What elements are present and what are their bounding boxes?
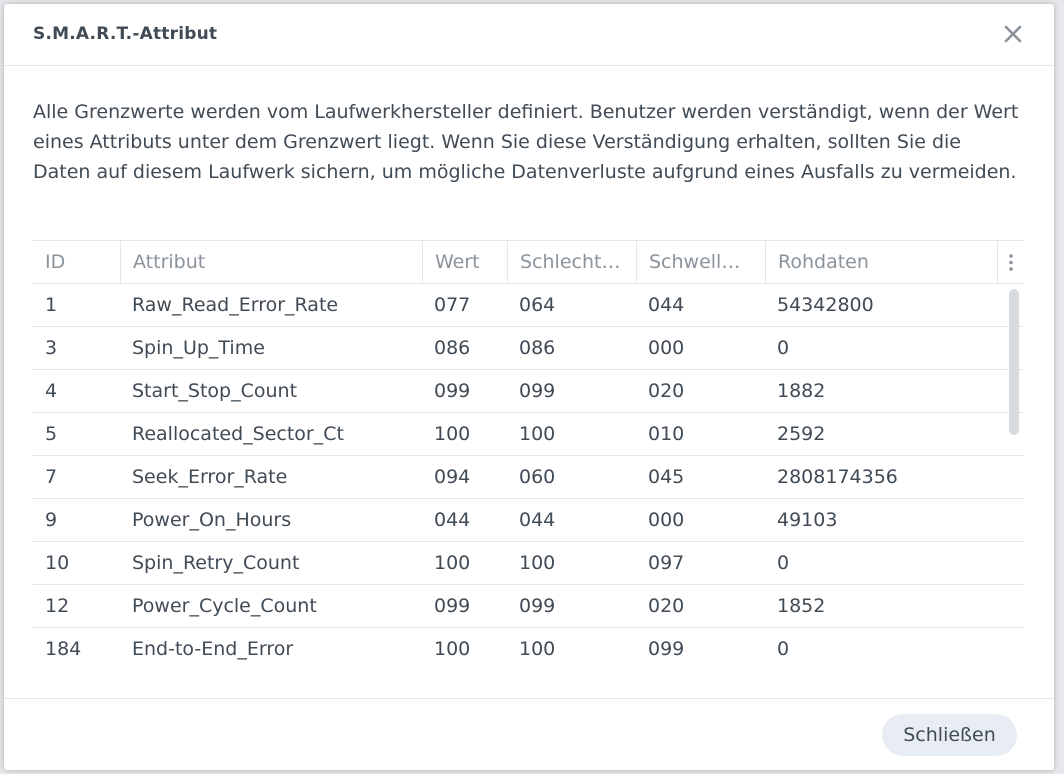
cell-worst: 064 — [519, 294, 556, 316]
cell-attribute: Spin_Up_Time — [132, 337, 265, 359]
column-header-worst[interactable]: Schlecht… — [507, 241, 636, 284]
cell-id: 4 — [45, 380, 58, 402]
cell-value: 044 — [434, 509, 471, 531]
column-menu-button[interactable] — [997, 241, 1023, 284]
cell-attribute: Raw_Read_Error_Rate — [132, 294, 339, 316]
table-row[interactable]: 5 Reallocated_Sector_Ct 100 100 010 2592 — [33, 413, 1023, 456]
table-row[interactable]: 3 Spin_Up_Time 086 086 000 0 — [33, 327, 1023, 370]
cell-raw: 54342800 — [777, 294, 874, 316]
table-row[interactable]: 184 End-to-End_Error 100 100 099 0 — [33, 628, 1023, 670]
table-body: 1 Raw_Read_Error_Rate 077 064 044 54342800 3 Sp… — [33, 284, 1023, 670]
cell-worst: 100 — [519, 423, 556, 445]
cell-threshold: 099 — [648, 638, 685, 660]
cell-id: 5 — [45, 423, 58, 445]
cell-id: 1 — [45, 294, 58, 316]
cell-attribute: Power_On_Hours — [132, 509, 292, 531]
dialog-title: S.M.A.R.T.-Attribut — [33, 24, 218, 44]
cell-attribute: Start_Stop_Count — [132, 380, 298, 402]
close-button[interactable]: Schließen — [882, 714, 1017, 756]
cell-raw: 0 — [777, 337, 790, 359]
column-header-raw[interactable]: Rohdaten — [765, 241, 997, 284]
table-row[interactable]: 1 Raw_Read_Error_Rate 077 064 044 54342800 — [33, 284, 1023, 327]
close-icon[interactable] — [1002, 23, 1024, 45]
cell-value: 086 — [434, 337, 471, 359]
column-header-threshold[interactable]: Schwell… — [636, 241, 765, 284]
cell-attribute: Reallocated_Sector_Ct — [132, 423, 344, 445]
smart-attribute-dialog: S.M.A.R.T.-Attribut Alle Grenzwerte werd… — [4, 4, 1054, 770]
cell-attribute: Seek_Error_Rate — [132, 466, 288, 488]
cell-raw: 0 — [777, 638, 790, 660]
more-vertical-icon — [1009, 254, 1013, 271]
smart-attribute-table: ID Attribut Wert Schlecht… Schwell… Rohd… — [33, 240, 1023, 670]
cell-worst: 099 — [519, 595, 556, 617]
dialog-description: Alle Grenzwerte werden vom Laufwerkherst… — [33, 101, 1019, 183]
cell-raw: 1852 — [777, 595, 826, 617]
cell-threshold: 097 — [648, 552, 685, 574]
cell-worst: 086 — [519, 337, 556, 359]
cell-worst: 044 — [519, 509, 556, 531]
table-header: ID Attribut Wert Schlecht… Schwell… Rohd… — [33, 241, 1023, 284]
cell-raw: 0 — [777, 552, 790, 574]
cell-threshold: 010 — [648, 423, 685, 445]
column-header-value[interactable]: Wert — [422, 241, 507, 284]
cell-value: 100 — [434, 552, 471, 574]
table-row[interactable]: 12 Power_Cycle_Count 099 099 020 1852 — [33, 585, 1023, 628]
cell-worst: 100 — [519, 638, 556, 660]
cell-raw: 2808174356 — [777, 466, 898, 488]
cell-threshold: 020 — [648, 595, 685, 617]
cell-id: 3 — [45, 337, 58, 359]
cell-raw: 49103 — [777, 509, 838, 531]
table-row[interactable]: 7 Seek_Error_Rate 094 060 045 2808174356 — [33, 456, 1023, 499]
cell-id: 12 — [45, 595, 70, 617]
cell-id: 184 — [45, 638, 82, 660]
cell-id: 9 — [45, 509, 58, 531]
cell-id: 7 — [45, 466, 58, 488]
cell-value: 077 — [434, 294, 471, 316]
dialog-footer: Schließen — [4, 698, 1054, 770]
cell-value: 099 — [434, 380, 471, 402]
cell-attribute: End-to-End_Error — [132, 638, 294, 660]
column-header-id[interactable]: ID — [33, 241, 120, 284]
table-scrollbar[interactable] — [1009, 289, 1019, 435]
cell-value: 100 — [434, 423, 471, 445]
cell-attribute: Power_Cycle_Count — [132, 595, 317, 617]
cell-id: 10 — [45, 552, 70, 574]
table-row[interactable]: 4 Start_Stop_Count 099 099 020 1882 — [33, 370, 1023, 413]
table-row[interactable]: 9 Power_On_Hours 044 044 000 49103 — [33, 499, 1023, 542]
cell-attribute: Spin_Retry_Count — [132, 552, 300, 574]
cell-raw: 1882 — [777, 380, 826, 402]
cell-value: 094 — [434, 466, 471, 488]
cell-worst: 060 — [519, 466, 556, 488]
cell-raw: 2592 — [777, 423, 826, 445]
cell-threshold: 044 — [648, 294, 685, 316]
table-row[interactable]: 10 Spin_Retry_Count 100 100 097 0 — [33, 542, 1023, 585]
cell-value: 099 — [434, 595, 471, 617]
cell-worst: 099 — [519, 380, 556, 402]
cell-threshold: 020 — [648, 380, 685, 402]
column-header-attribute[interactable]: Attribut — [120, 241, 422, 284]
cell-threshold: 045 — [648, 466, 685, 488]
cell-threshold: 000 — [648, 337, 685, 359]
cell-value: 100 — [434, 638, 471, 660]
cell-threshold: 000 — [648, 509, 685, 531]
dialog-header: S.M.A.R.T.-Attribut — [4, 4, 1054, 66]
cell-worst: 100 — [519, 552, 556, 574]
